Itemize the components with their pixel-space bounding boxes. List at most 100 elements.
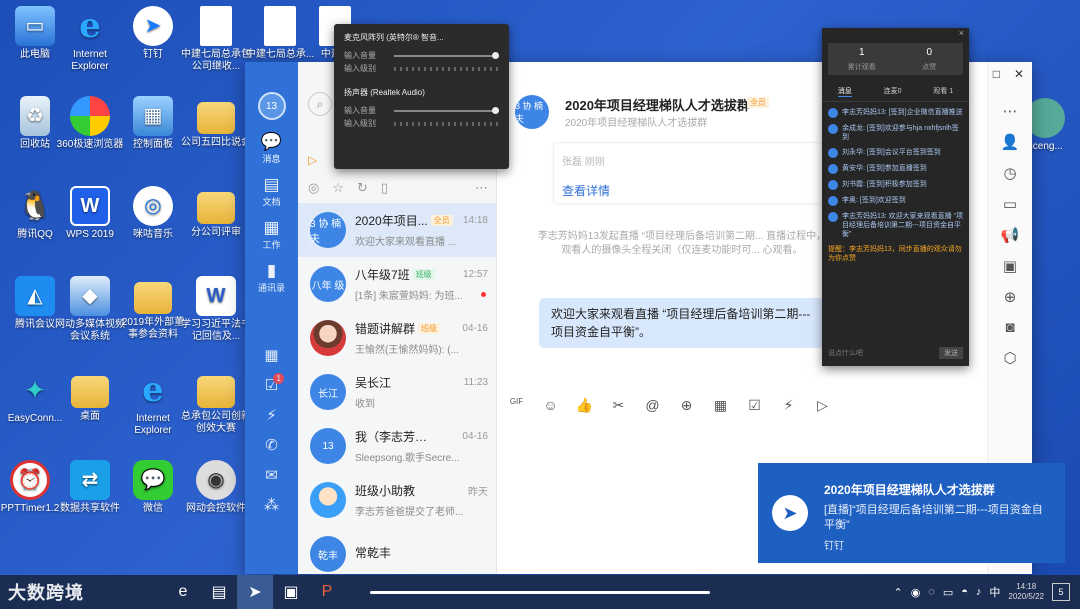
wifi-icon[interactable]: ◓ (961, 586, 968, 598)
chat-title[interactable]: 2020年项目经理梯队人才选拔群 (565, 95, 750, 114)
desktop-icon[interactable]: e Internet Explorer (55, 6, 125, 73)
notification-center-icon[interactable]: 5 (1052, 583, 1070, 601)
live-icon[interactable]: ▷ (308, 153, 317, 167)
desktop-icon[interactable]: ◉ 网动会控软件 (181, 460, 251, 515)
add-file-icon[interactable]: ⊕ (677, 397, 696, 414)
announcement-icon[interactable]: 📢 (1001, 226, 1020, 244)
nav-work[interactable]: ▦ 工作 (262, 218, 280, 251)
desktop-icon[interactable]: W 学习习近平法书记回信及... (181, 276, 251, 343)
desktop-icon[interactable]: ➤ 钉钉 (118, 6, 188, 61)
group-avatar[interactable]: 3 协 楠 夫 (515, 95, 549, 129)
robot-icon[interactable]: ◙ (1005, 319, 1014, 336)
star-icon[interactable]: ☆ (332, 180, 344, 196)
apps-grid-icon: ▦ (263, 218, 280, 237)
search-icon[interactable]: ⌕ (308, 92, 332, 116)
nav-messages[interactable]: 💬 消息 (261, 132, 282, 165)
notice-card[interactable]: 张磊 刚刚 查看详情 (553, 142, 823, 204)
notification-toast[interactable]: ➤ 2020年项目经理梯队人才选拔群 [直播]“项目经理后备培训第二期---项目… (758, 463, 1065, 563)
live-close-button[interactable]: × (822, 28, 969, 40)
mic-volume-slider[interactable] (394, 51, 499, 59)
nav-contacts[interactable]: ▮ 通讯录 (258, 261, 285, 294)
app-icon (197, 376, 235, 408)
slider-knob[interactable] (492, 51, 499, 59)
filter-icon[interactable]: ◎ (308, 180, 319, 196)
desktop-icon[interactable]: W WPS 2019 (55, 186, 125, 241)
taskbar-explorer-icon[interactable]: ▤ (201, 575, 237, 609)
user-avatar-icon (828, 196, 838, 206)
tab-messages[interactable]: 消息 (837, 86, 852, 97)
ding-icon[interactable]: ⚡ (779, 397, 798, 414)
desktop-icon[interactable]: ⇄ 数据共享软件 (55, 460, 125, 515)
desktop-icon[interactable]: 公司五四比说会 (181, 96, 251, 149)
desktop-icon[interactable]: ◆ 网动多媒体视频会议系统 (55, 276, 125, 343)
slider-knob[interactable] (492, 106, 499, 114)
conversation-item[interactable]: 班级小助教 昨天 李志芳爸爸提交了老师... (298, 473, 496, 527)
folder-icon[interactable]: ▭ (1003, 195, 1017, 213)
conversation-item[interactable]: 八年 级八年级7班 班级 12:57 [1条] 朱宸萱妈妈: 为班... (298, 257, 496, 311)
desktop-icon[interactable]: 💬 微信 (118, 460, 188, 515)
mic-device-name[interactable]: 麦克风阵列 (英特尔® 智音... (344, 32, 499, 43)
mail-icon[interactable]: ✉ (265, 466, 278, 484)
todo-icon[interactable]: ☑ 1 (265, 373, 285, 394)
scissors-icon[interactable]: ✂ (609, 397, 628, 414)
live-icon[interactable]: ▣ (1003, 257, 1017, 275)
refresh-icon[interactable]: ↻ (357, 180, 368, 196)
taskbar-meeting-icon[interactable]: ▣ (273, 575, 309, 609)
more-apps-icon[interactable]: ⁂ (264, 496, 279, 514)
send-button[interactable]: 发送 (939, 347, 963, 359)
video-progress-bar[interactable] (370, 591, 710, 594)
taskbar-ppt-icon[interactable]: P (309, 575, 345, 609)
input-method-icon[interactable]: 中 (989, 584, 1000, 600)
task-icon[interactable]: ☑ (745, 397, 764, 414)
speaker-volume-slider[interactable] (394, 106, 499, 114)
network-status-icon[interactable]: ◌ (928, 586, 935, 598)
desktop-icon[interactable]: ◎ 咪咕音乐 (118, 186, 188, 241)
history-icon[interactable]: ◷ (1003, 164, 1016, 182)
show-hidden-icon[interactable]: ⌃ (893, 586, 902, 599)
conversation-item[interactable]: 13 我（李志芳妈妈） 04-16Sleepsong.歌手Secre... (298, 419, 496, 473)
desktop-icon[interactable]: 360极速浏览器 (55, 96, 125, 151)
tab-mic[interactable]: 连麦0 (884, 86, 902, 97)
nav-docs[interactable]: ▤ 文档 (262, 175, 280, 208)
desktop-icon[interactable]: ▦ 控制面板 (118, 96, 188, 151)
view-details-link[interactable]: 查看详情 (554, 168, 822, 199)
file-icon[interactable]: ▯ (381, 180, 388, 196)
thumbs-up-icon[interactable]: 👍 (575, 397, 594, 414)
more-icon[interactable]: ⋯ (475, 180, 488, 196)
conversation-item[interactable]: 长江 吴长江 11:23 收到 (298, 365, 496, 419)
desktop-icon[interactable]: 总承包公司创新创效大赛 (181, 370, 251, 435)
message-bubble[interactable]: 欢迎大家来观看直播 “项目经理后备培训第二期---项目资金自平衡”。 (539, 298, 824, 348)
desktop-icon[interactable]: e Internet Explorer (118, 370, 188, 437)
desktop-icon[interactable]: 分公司评审 (181, 186, 251, 239)
desktop-icon[interactable]: 中建七局总承包公司继收... (181, 6, 251, 73)
conversation-item[interactable]: 乾丰 常乾丰 (298, 527, 496, 574)
clock[interactable]: 14:18 2020/5/22 (1008, 582, 1044, 602)
calendar-icon[interactable]: ▦ (711, 397, 730, 414)
gif-icon[interactable]: GIF (507, 397, 526, 414)
mention-icon[interactable]: @ (643, 397, 662, 414)
speaker-device-name[interactable]: 扬声器 (Realtek Audio) (344, 87, 499, 98)
conversation-item[interactable]: 错题讲解群 班级 04-16 王愉然(王愉然妈妈): (... (298, 311, 496, 365)
desktop-icon[interactable]: 2019年外部董事参会资料 (118, 276, 188, 341)
taskbar-dingtalk-icon[interactable]: ➤ (237, 575, 273, 609)
volume-icon[interactable]: ♪ (976, 586, 982, 598)
maximize-button[interactable]: □ (993, 67, 1000, 81)
battery-icon[interactable]: ▭ (943, 586, 953, 599)
live-icon[interactable]: ▷ (813, 397, 832, 414)
close-button[interactable]: ✕ (1014, 67, 1024, 81)
add-icon[interactable]: ⊕ (1004, 288, 1017, 306)
desktop-icon[interactable]: 桌面 (55, 370, 125, 423)
more-icon[interactable]: ⋯ (1003, 102, 1018, 120)
calendar-icon[interactable]: ▦ (264, 346, 278, 364)
user-avatar[interactable]: 13 (257, 92, 286, 120)
taskbar-ie-icon[interactable]: e (165, 575, 201, 609)
add-member-icon[interactable]: 👤 (1001, 133, 1020, 151)
conversation-item[interactable]: 3 协 楠 夫 2020年项目... 全员 14:18 欢迎大家来观看直播 ... (298, 203, 496, 257)
live-input[interactable]: 说点什么吧 (828, 348, 863, 358)
tab-viewers[interactable]: 观看 1 (933, 86, 953, 97)
security-icon[interactable]: ◉ (911, 586, 921, 599)
app-icon[interactable]: ⬡ (1003, 349, 1016, 367)
ding-icon[interactable]: ⚡ (266, 406, 277, 424)
phone-icon[interactable]: ✆ (265, 436, 278, 454)
emoji-icon[interactable]: ☺ (541, 397, 560, 414)
